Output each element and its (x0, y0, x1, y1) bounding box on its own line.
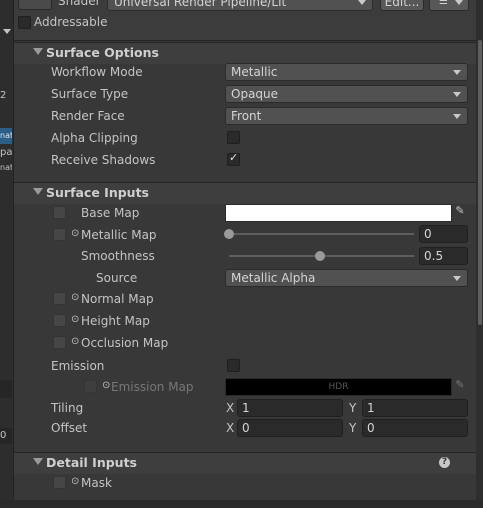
object-picker-icon[interactable]: ⊙ (71, 336, 79, 347)
left-strip-item[interactable]: ра (0, 145, 12, 161)
eyedropper-icon[interactable]: ✎ (452, 204, 468, 220)
left-strip-divider (0, 380, 12, 398)
source-value: Metallic Alpha (231, 271, 316, 285)
mask-label: Mask (81, 476, 112, 490)
normal-map-texture-slot[interactable] (53, 292, 66, 305)
height-map-label: Height Map (81, 314, 150, 328)
object-picker-icon: ⊙ (102, 380, 111, 391)
detail-inputs-title: Detail Inputs (46, 455, 137, 470)
scrollbar-thumb[interactable] (478, 40, 482, 325)
object-picker-icon[interactable]: ⊙ (71, 314, 79, 325)
list-icon: ☰ (439, 0, 448, 7)
shader-label: Shader (58, 0, 101, 8)
chevron-down-icon (358, 0, 366, 5)
metallic-slider-knob[interactable] (224, 229, 234, 239)
source-label: Source (96, 271, 138, 285)
base-map-texture-slot[interactable] (53, 206, 66, 219)
emission-checkbox[interactable] (227, 359, 240, 372)
eyedropper-icon: ✎ (455, 378, 465, 391)
workflow-mode-label: Workflow Mode (51, 65, 143, 79)
help-icon[interactable]: ? (439, 457, 450, 468)
base-map-color-field[interactable] (225, 204, 452, 222)
left-dropdown-arrow[interactable] (3, 29, 11, 34)
object-picker-icon[interactable]: ⊙ (71, 228, 79, 239)
chevron-down-icon (455, 0, 463, 5)
surface-inputs-title: Surface Inputs (46, 185, 149, 200)
edit-shader-button[interactable]: Edit... (380, 0, 424, 11)
alpha-clipping-checkbox[interactable] (227, 131, 240, 144)
offset-y-label: Y (349, 421, 357, 435)
tiling-y-label: Y (349, 401, 357, 415)
mask-texture-slot[interactable] (53, 476, 66, 489)
render-face-value: Front (231, 109, 262, 123)
emission-map-label: Emission Map (111, 380, 194, 394)
left-strip-item-selected[interactable]: nat (0, 128, 12, 144)
bottom-status-bar (0, 500, 483, 508)
left-strip-item[interactable]: 2 (0, 88, 12, 104)
hdr-label: HDR (328, 382, 349, 392)
render-face-label: Render Face (51, 109, 125, 123)
workflow-mode-value: Metallic (231, 65, 278, 79)
source-dropdown[interactable]: Metallic Alpha (225, 269, 468, 287)
left-strip-item[interactable]: 0 (0, 428, 12, 444)
shader-value: Universal Render Pipeline/Lit (114, 0, 287, 9)
tiling-y-field[interactable]: 1 (362, 399, 468, 417)
addressable-checkbox[interactable] (18, 16, 31, 29)
normal-map-label: Normal Map (81, 292, 154, 306)
render-face-dropdown[interactable]: Front (225, 107, 468, 125)
offset-x-label: X (226, 421, 235, 435)
emission-map-texture-slot (84, 380, 97, 393)
metallic-map-texture-slot[interactable] (53, 228, 66, 241)
object-picker-icon[interactable]: ⊙ (71, 292, 79, 303)
occlusion-map-texture-slot[interactable] (53, 336, 66, 349)
receive-shadows-label: Receive Shadows (51, 153, 156, 167)
surface-type-dropdown[interactable]: Opaque (225, 85, 468, 103)
left-strip-item[interactable]: nat (0, 160, 12, 176)
smoothness-label: Smoothness (81, 249, 155, 263)
offset-y-field[interactable]: 0 (362, 419, 468, 437)
surface-type-label: Surface Type (51, 87, 129, 101)
material-thumbnail (18, 0, 52, 10)
metallic-slider-track[interactable] (229, 233, 414, 235)
height-map-texture-slot[interactable] (53, 314, 66, 327)
smoothness-value-field[interactable]: 0.5 (419, 247, 468, 265)
offset-x-field[interactable]: 0 (237, 419, 343, 437)
emission-label: Emission (51, 359, 105, 373)
foldout-arrow-icon[interactable] (33, 188, 43, 195)
surface-options-title: Surface Options (46, 45, 159, 60)
receive-shadows-checkbox[interactable] (227, 151, 240, 166)
foldout-arrow-icon[interactable] (33, 458, 43, 465)
chevron-down-icon (453, 276, 461, 281)
tiling-label: Tiling (51, 401, 84, 415)
chevron-down-icon (453, 92, 461, 97)
chevron-down-icon (453, 114, 461, 119)
list-options-button[interactable]: ☰ (429, 0, 469, 11)
occlusion-map-label: Occlusion Map (81, 336, 169, 350)
tiling-x-label: X (226, 401, 235, 415)
workflow-mode-dropdown[interactable]: Metallic (225, 63, 468, 81)
tiling-x-field[interactable]: 1 (237, 399, 343, 417)
chevron-down-icon (453, 70, 461, 75)
alpha-clipping-label: Alpha Clipping (51, 131, 138, 145)
addressable-label: Addressable (34, 15, 108, 29)
shader-dropdown[interactable]: Universal Render Pipeline/Lit (107, 0, 373, 11)
metallic-value-field[interactable]: 0 (419, 225, 468, 243)
object-picker-icon[interactable]: ⊙ (71, 476, 79, 487)
base-map-label: Base Map (81, 206, 140, 220)
metallic-map-label: Metallic Map (81, 228, 157, 242)
foldout-arrow-icon[interactable] (33, 48, 43, 55)
offset-label: Offset (51, 421, 88, 435)
emission-color-field: HDR (225, 378, 452, 396)
surface-type-value: Opaque (231, 87, 279, 101)
smoothness-slider-knob[interactable] (315, 251, 325, 261)
